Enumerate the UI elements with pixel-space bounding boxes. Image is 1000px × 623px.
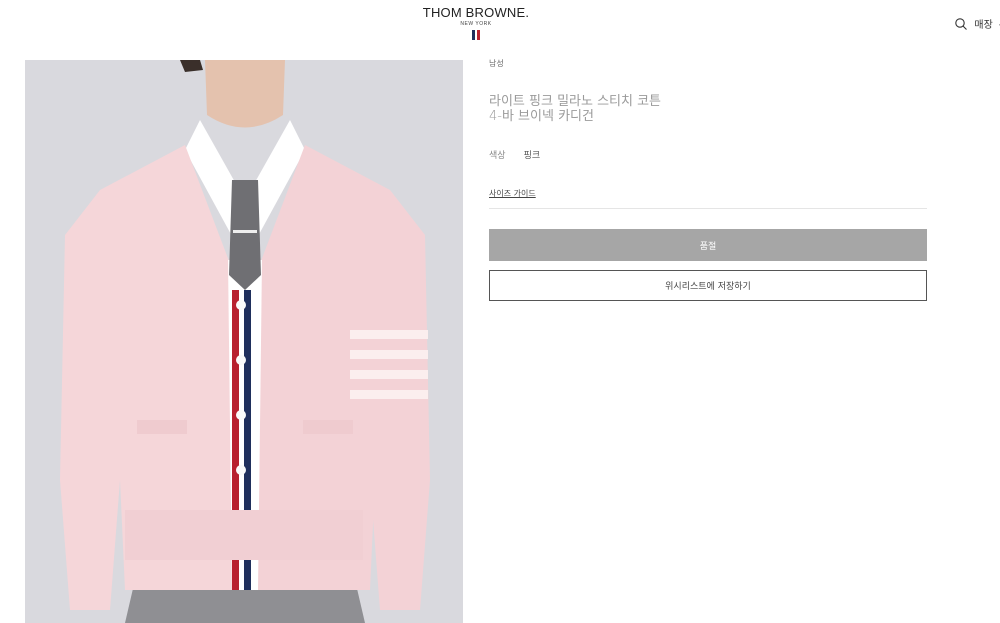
color-value: 핑크 bbox=[523, 151, 541, 161]
tricolor-flag-icon bbox=[0, 30, 952, 40]
color-label: 색상 bbox=[489, 151, 506, 161]
add-to-wishlist-button[interactable]: 위시리스트에 저장하기 bbox=[489, 270, 927, 301]
soldout-button[interactable]: 품절 bbox=[489, 229, 927, 261]
product-category[interactable]: 남성 bbox=[489, 58, 927, 69]
divider bbox=[489, 208, 927, 209]
brand-logo[interactable]: THOM BROWNE. NEW YORK bbox=[0, 6, 952, 40]
brand-subtitle: NEW YORK bbox=[460, 21, 492, 27]
search-icon[interactable] bbox=[954, 17, 968, 31]
color-row: 색상 핑크 bbox=[489, 148, 927, 161]
store-link[interactable]: 매장 bbox=[974, 16, 992, 31]
product-image bbox=[25, 60, 463, 623]
brand-name: THOM BROWNE. bbox=[422, 5, 530, 20]
size-guide-link[interactable]: 사이즈 가이드 bbox=[489, 188, 536, 199]
product-title: 라이트 핑크 밀라노 스티치 코튼 4-바 브이넥 카디건 bbox=[489, 94, 662, 124]
product-info-panel: 남성 라이트 핑크 밀라노 스티치 코튼 4-바 브이넥 카디건 색상 핑크 사… bbox=[489, 55, 927, 301]
header-utility-nav: 매장 누 bbox=[954, 16, 1000, 31]
